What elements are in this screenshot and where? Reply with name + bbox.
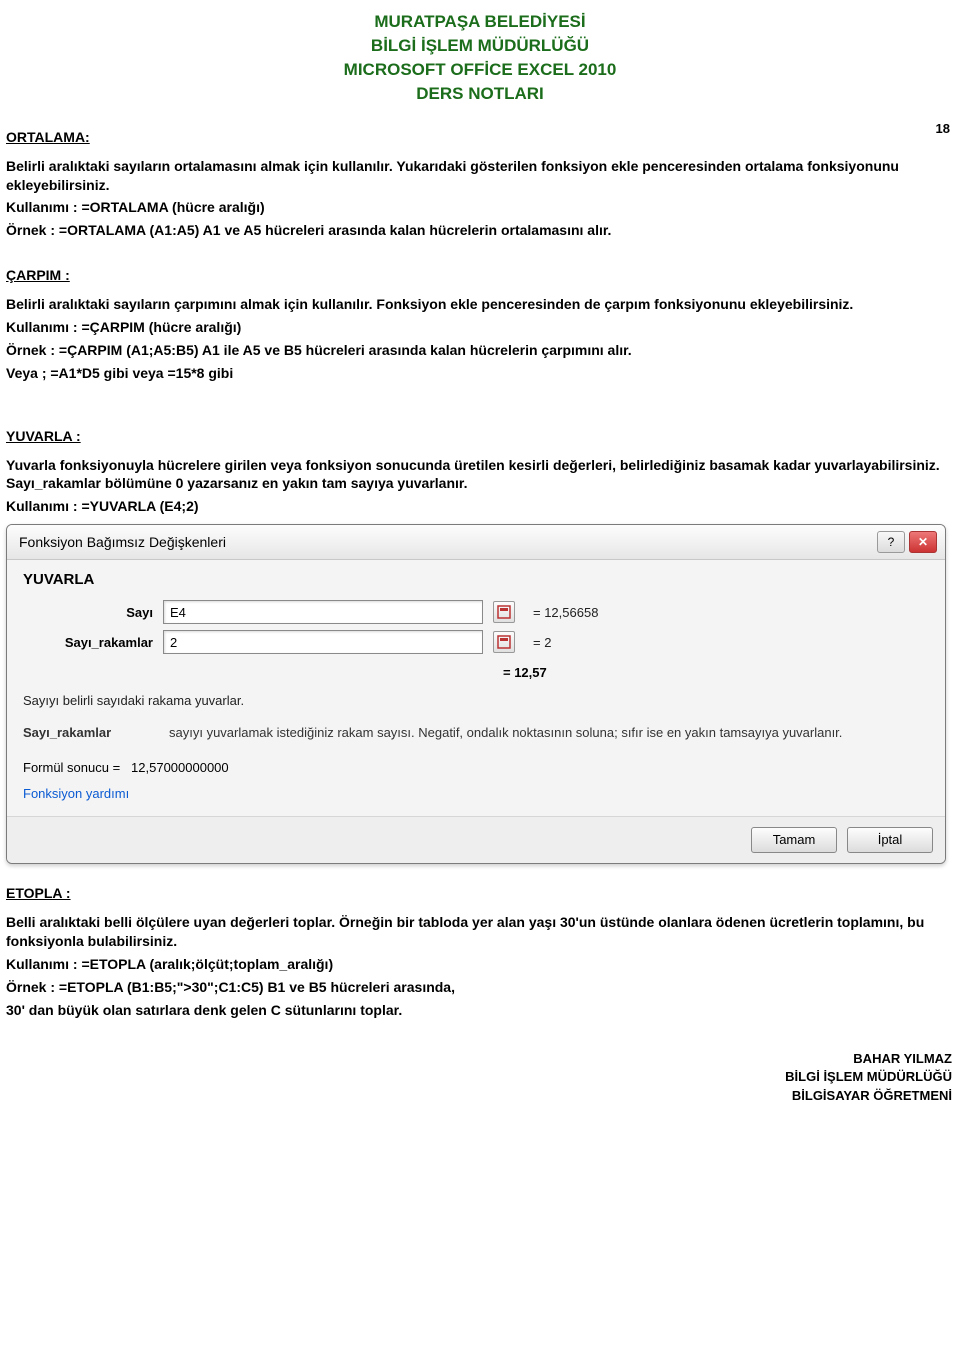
argument-row: Sayı = 12,56658 — [23, 600, 929, 624]
arg-label-sayi-rakamlar: Sayı_rakamlar — [23, 634, 153, 652]
arg-result: = 2 — [533, 634, 551, 652]
dialog-button-row: Tamam İptal — [7, 816, 945, 863]
arg-input-sayi[interactable] — [163, 600, 483, 624]
paragraph: Kullanımı : =ÇARPIM (hücre aralığı) — [6, 318, 954, 337]
argument-row: Sayı_rakamlar = 2 — [23, 630, 929, 654]
dialog-title: Fonksiyon Bağımsız Değişkenleri — [19, 533, 226, 552]
formula-result-label: Formül sonucu = — [23, 760, 120, 775]
cancel-button-label: İptal — [878, 831, 903, 849]
dialog-screenshot: Fonksiyon Bağımsız Değişkenleri ? ✕ YUVA… — [6, 524, 954, 864]
section-title-carpim: ÇARPIM : — [6, 266, 954, 285]
page-number: 18 — [936, 120, 950, 138]
arg-input-sayi-rakamlar[interactable] — [163, 630, 483, 654]
paragraph: Belirli aralıktaki sayıların çarpımını a… — [6, 295, 954, 314]
function-name: YUVARLA — [23, 570, 929, 590]
section-title-etopla: ETOPLA : — [6, 884, 954, 903]
header-line: MURATPAŞA BELEDİYESİ — [0, 11, 960, 34]
header-line: MICROSOFT OFFİCE EXCEL 2010 — [0, 59, 960, 82]
formula-result-value: 12,57000000000 — [131, 760, 229, 775]
paragraph: Veya ; =A1*D5 gibi veya =15*8 gibi — [6, 364, 954, 383]
function-help-link[interactable]: Fonksiyon yardımı — [23, 785, 929, 803]
paragraph: Örnek : =ORTALAMA (A1:A5) A1 ve A5 hücre… — [6, 221, 954, 240]
argument-description-label: Sayı_rakamlar — [23, 724, 153, 742]
footer-line: BİLGİSAYAR ÖĞRETMENİ — [0, 1087, 952, 1105]
close-button[interactable]: ✕ — [909, 531, 937, 553]
function-arguments-dialog: Fonksiyon Bağımsız Değişkenleri ? ✕ YUVA… — [6, 524, 946, 864]
arg-label-sayi: Sayı — [23, 604, 153, 622]
close-icon: ✕ — [918, 534, 928, 550]
range-select-icon — [497, 635, 511, 649]
argument-description-text: sayıyı yuvarlamak istediğiniz rakam sayı… — [169, 724, 929, 742]
help-button[interactable]: ? — [877, 531, 905, 553]
paragraph: Örnek : =ÇARPIM (A1;A5:B5) A1 ile A5 ve … — [6, 341, 954, 360]
header-line: BİLGİ İŞLEM MÜDÜRLÜĞÜ — [0, 35, 960, 58]
paragraph: Belli aralıktaki belli ölçülere uyan değ… — [6, 913, 954, 951]
footer-line: BAHAR YILMAZ — [0, 1050, 952, 1068]
ok-button-label: Tamam — [773, 831, 816, 849]
section-title-yuvarla: YUVARLA : — [6, 427, 954, 446]
arg-result: = 12,56658 — [533, 604, 598, 622]
paragraph: Kullanımı : =ORTALAMA (hücre aralığı) — [6, 198, 954, 217]
cancel-button[interactable]: İptal — [847, 827, 933, 853]
paragraph: Belirli aralıktaki sayıların ortalamasın… — [6, 157, 954, 195]
range-select-icon — [497, 605, 511, 619]
collapse-range-button[interactable] — [493, 631, 515, 653]
function-description: Sayıyı belirli sayıdaki rakama yuvarlar. — [23, 692, 929, 710]
paragraph: Kullanımı : =ETOPLA (aralık;ölçüt;toplam… — [6, 955, 954, 974]
argument-description: Sayı_rakamlar sayıyı yuvarlamak istediği… — [23, 724, 929, 742]
section-title-ortalama: ORTALAMA: — [6, 128, 90, 147]
header-line: DERS NOTLARI — [0, 83, 960, 106]
document-header: MURATPAŞA BELEDİYESİ BİLGİ İŞLEM MÜDÜRLÜ… — [0, 11, 960, 106]
paragraph: Yuvarla fonksiyonuyla hücrelere girilen … — [6, 456, 954, 494]
collapse-range-button[interactable] — [493, 601, 515, 623]
paragraph: Örnek : =ETOPLA (B1:B5;">30";C1:C5) B1 v… — [6, 978, 954, 997]
ok-button[interactable]: Tamam — [751, 827, 837, 853]
paragraph: Kullanımı : =YUVARLA (E4;2) — [6, 497, 954, 516]
computed-result: = 12,57 — [503, 664, 929, 682]
footer-line: BİLGİ İŞLEM MÜDÜRLÜĞÜ — [0, 1068, 952, 1086]
document-footer: BAHAR YILMAZ BİLGİ İŞLEM MÜDÜRLÜĞÜ BİLGİ… — [0, 1050, 960, 1105]
help-icon: ? — [888, 534, 895, 550]
formula-result-row: Formül sonucu = 12,57000000000 — [23, 759, 929, 777]
paragraph: 30' dan büyük olan satırlara denk gelen … — [6, 1001, 954, 1020]
dialog-titlebar[interactable]: Fonksiyon Bağımsız Değişkenleri ? ✕ — [7, 525, 945, 560]
